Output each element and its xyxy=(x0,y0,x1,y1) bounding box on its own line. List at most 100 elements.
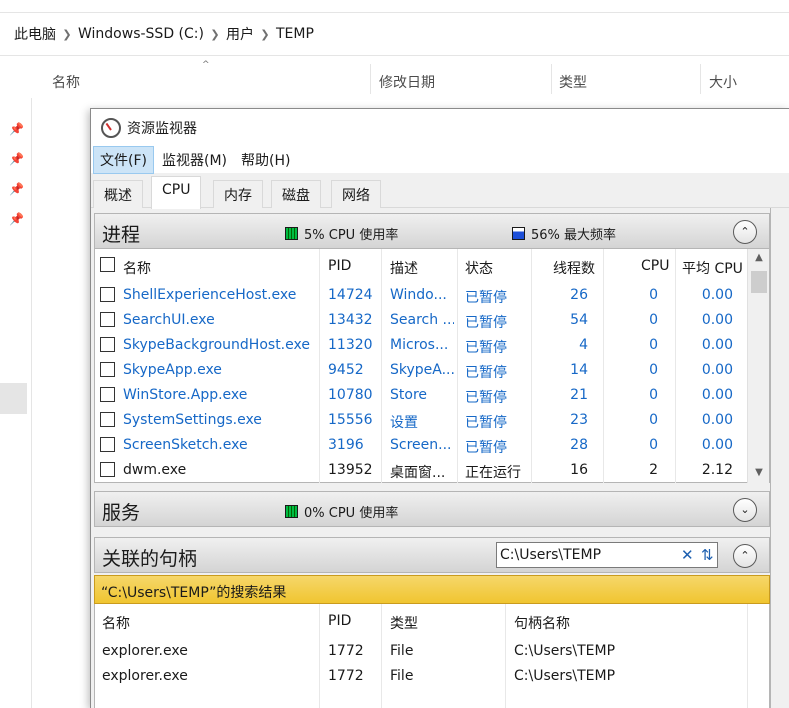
services-title: 服务 xyxy=(102,502,141,524)
process-checkbox[interactable] xyxy=(100,337,115,352)
breadcrumb-temp[interactable]: TEMP xyxy=(276,26,314,42)
column-header-size[interactable]: 大小 xyxy=(709,72,737,92)
handles-search-box[interactable]: C:\Users\TEMP ✕ ⇅ xyxy=(496,542,718,568)
pin-icon[interactable]: 📌 xyxy=(9,212,24,226)
process-row[interactable]: SearchUI.exe 13432 Search ... 已暂停 54 0 0.00 xyxy=(95,308,748,333)
process-desc-cell: Micros... xyxy=(390,337,449,353)
process-desc-cell: Store xyxy=(390,387,428,403)
chevron-right-icon: ❯ xyxy=(260,27,270,41)
column-header-name[interactable]: 名称 xyxy=(123,258,151,278)
processes-scrollbar[interactable]: ▲ ▼ xyxy=(747,249,769,483)
pin-icon[interactable]: 📌 xyxy=(9,122,24,136)
breadcrumb-this-pc[interactable]: 此电脑 xyxy=(14,24,56,44)
column-header-cpu[interactable]: CPU xyxy=(641,258,669,274)
process-row[interactable]: ShellExperienceHost.exe 14724 Windo... 已暂停 2… xyxy=(95,283,748,308)
process-pid-cell: 11320 xyxy=(328,337,373,353)
breadcrumb-drive[interactable]: Windows-SSD (C:) xyxy=(78,26,204,42)
process-checkbox[interactable] xyxy=(100,437,115,452)
processes-section-header[interactable]: 进程 5% CPU 使用率 56% 最大频率 ⌃ xyxy=(94,213,770,249)
column-header-type[interactable]: 类型 xyxy=(559,72,587,92)
chevron-up-icon[interactable]: ⌃ xyxy=(733,220,757,244)
process-avg-cell: 0.00 xyxy=(701,337,733,353)
chevron-down-icon[interactable]: ⌄ xyxy=(733,498,757,522)
max-frequency-metric: 56% 最大频率 xyxy=(512,224,616,243)
process-status-cell: 已暂停 xyxy=(465,365,507,381)
max-frequency-indicator-icon xyxy=(512,227,525,240)
handle-handle-cell: C:\Users\TEMP xyxy=(514,643,616,659)
pin-icon[interactable]: 📌 xyxy=(9,152,24,166)
handle-row[interactable]: explorer.exe 1772 File C:\Users\TEMP xyxy=(95,664,748,689)
column-header-threads[interactable]: 线程数 xyxy=(553,258,595,278)
process-cpu-cell: 0 xyxy=(649,412,658,428)
chevron-up-icon[interactable]: ⌃ xyxy=(733,544,757,568)
process-row[interactable]: SkypeApp.exe 9452 SkypeA... 已暂停 14 0 0.00 xyxy=(95,358,748,383)
pin-icon[interactable]: 📌 xyxy=(9,182,24,196)
refresh-icon[interactable]: ⇅ xyxy=(701,546,714,564)
column-header-modified[interactable]: 修改日期 xyxy=(379,72,435,92)
menu-file[interactable]: 文件(F) xyxy=(93,146,154,174)
address-bar[interactable]: 此电脑 ❯ Windows-SSD (C:) ❯ 用户 ❯ TEMP xyxy=(0,12,789,56)
process-desc-cell: 设置 xyxy=(390,415,418,431)
title-bar[interactable]: 资源监视器 xyxy=(91,109,789,147)
menu-monitor[interactable]: 监视器(M) xyxy=(156,147,233,173)
chevron-right-icon: ❯ xyxy=(210,27,220,41)
process-avg-cell: 0.00 xyxy=(701,287,733,303)
process-row[interactable]: SystemSettings.exe 15556 设置 已暂停 23 0 0.00 xyxy=(95,408,748,433)
process-row[interactable]: WinStore.App.exe 10780 Store 已暂停 21 0 0.00 xyxy=(95,383,748,408)
process-desc-cell: 桌面窗... xyxy=(390,465,446,481)
process-checkbox[interactable] xyxy=(100,412,115,427)
tab-memory[interactable]: 内存 xyxy=(213,180,263,208)
process-row[interactable]: dwm.exe 13952 桌面窗... 正在运行 16 2 2.12 xyxy=(95,458,748,483)
menu-help[interactable]: 帮助(H) xyxy=(235,147,296,173)
column-header-pid[interactable]: PID xyxy=(328,613,351,629)
column-header-pid[interactable]: PID xyxy=(328,258,351,274)
select-all-checkbox[interactable] xyxy=(100,257,115,272)
process-checkbox[interactable] xyxy=(100,312,115,327)
process-checkbox[interactable] xyxy=(100,287,115,302)
column-header-description[interactable]: 描述 xyxy=(390,258,418,278)
column-header-name[interactable]: 名称 xyxy=(52,72,80,92)
column-divider[interactable] xyxy=(551,64,552,94)
handle-name-cell: explorer.exe xyxy=(102,668,188,684)
processes-title: 进程 xyxy=(102,224,141,246)
tab-disk[interactable]: 磁盘 xyxy=(271,180,321,208)
handles-title: 关联的句柄 xyxy=(102,548,198,570)
process-row[interactable]: SkypeBackgroundHost.exe 11320 Micros... 已暂停… xyxy=(95,333,748,358)
process-checkbox[interactable] xyxy=(100,362,115,377)
services-section-header[interactable]: 服务 0% CPU 使用率 ⌄ xyxy=(94,491,770,527)
process-name-cell: ScreenSketch.exe xyxy=(123,437,248,453)
process-checkbox[interactable] xyxy=(100,387,115,402)
column-header-handle-name[interactable]: 句柄名称 xyxy=(514,613,570,633)
file-list-header: 名称 修改日期 类型 大小 xyxy=(0,60,789,98)
handle-type-cell: File xyxy=(390,668,414,684)
column-header-type[interactable]: 类型 xyxy=(390,613,418,633)
menu-bar: 文件(F) 监视器(M) 帮助(H) xyxy=(91,146,789,174)
scroll-up-icon[interactable]: ▲ xyxy=(748,252,770,263)
close-icon[interactable]: ✕ xyxy=(681,546,694,564)
process-name-cell: ShellExperienceHost.exe xyxy=(123,287,297,303)
handles-search-input[interactable]: C:\Users\TEMP xyxy=(500,547,601,563)
column-divider[interactable] xyxy=(700,64,701,94)
column-header-name[interactable]: 名称 xyxy=(102,613,130,633)
process-checkbox[interactable] xyxy=(100,462,115,477)
process-cpu-cell: 0 xyxy=(649,362,658,378)
process-threads-cell: 54 xyxy=(570,312,588,328)
nav-selected-item[interactable] xyxy=(0,383,27,414)
scrollbar-thumb[interactable] xyxy=(751,271,767,293)
tab-cpu[interactable]: CPU xyxy=(151,176,202,209)
tab-network[interactable]: 网络 xyxy=(331,180,381,208)
handle-name-cell: explorer.exe xyxy=(102,643,188,659)
process-name-cell: SkypeBackgroundHost.exe xyxy=(123,337,310,353)
breadcrumb-users[interactable]: 用户 xyxy=(226,24,254,44)
process-name-cell: WinStore.App.exe xyxy=(123,387,248,403)
handle-row[interactable]: explorer.exe 1772 File C:\Users\TEMP xyxy=(95,639,748,664)
handle-pid-cell: 1772 xyxy=(328,668,364,684)
services-cpu-indicator-icon xyxy=(285,505,298,518)
scroll-down-icon[interactable]: ▼ xyxy=(748,467,770,478)
tab-overview[interactable]: 概述 xyxy=(93,180,143,208)
process-row[interactable]: ScreenSketch.exe 3196 Screen... 已暂停 28 0 0.00 xyxy=(95,433,748,458)
column-header-status[interactable]: 状态 xyxy=(465,258,493,278)
column-header-avg-cpu[interactable]: 平均 CPU xyxy=(682,258,743,278)
cpu-usage-text: 5% CPU 使用率 xyxy=(304,228,399,243)
column-divider[interactable] xyxy=(370,64,371,94)
